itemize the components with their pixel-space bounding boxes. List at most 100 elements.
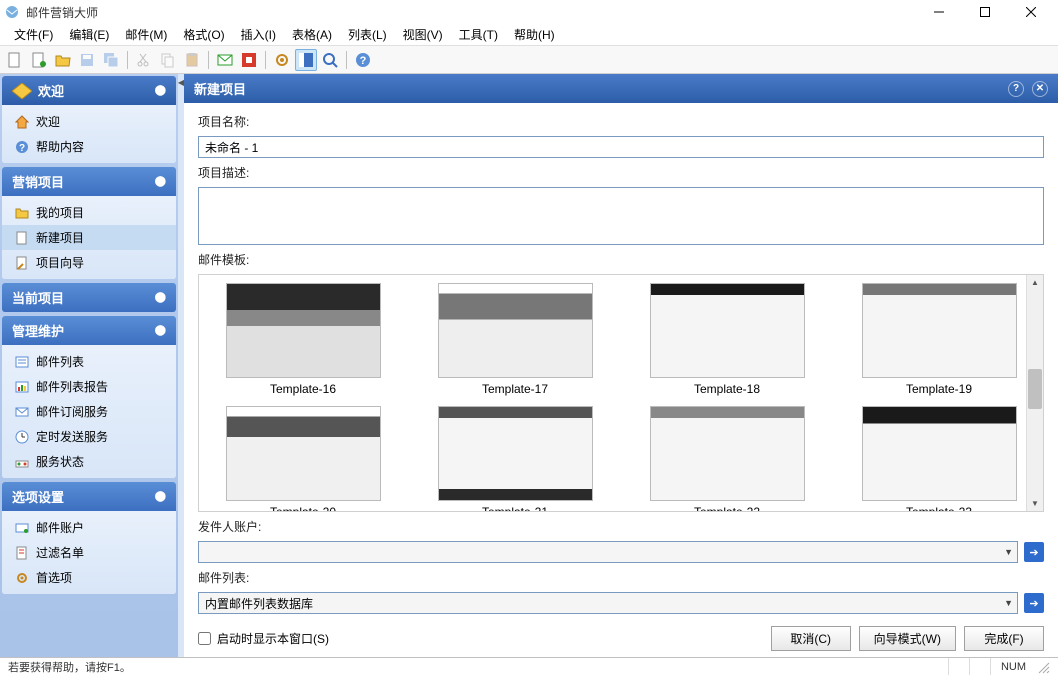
sidebar-item-label: 我的项目 bbox=[36, 204, 84, 221]
template-item[interactable]: Template-20 bbox=[207, 406, 399, 512]
template-item[interactable]: Template-17 bbox=[419, 283, 611, 396]
finish-button[interactable]: 完成(F) bbox=[964, 626, 1044, 651]
sidebar-item-help[interactable]: ? 帮助内容 bbox=[2, 134, 176, 159]
tb-paste[interactable] bbox=[181, 49, 203, 71]
status-icon bbox=[14, 454, 30, 470]
maillist-combo[interactable]: 内置邮件列表数据库 ▼ bbox=[198, 592, 1018, 614]
minimize-button[interactable] bbox=[916, 0, 962, 24]
resize-grip[interactable] bbox=[1036, 660, 1050, 674]
tb-saveall[interactable] bbox=[100, 49, 122, 71]
tb-stop[interactable] bbox=[238, 49, 260, 71]
sidebar-item-report[interactable]: 邮件列表报告 bbox=[2, 374, 176, 399]
sidebar-item-subscribe[interactable]: 邮件订阅服务 bbox=[2, 399, 176, 424]
tb-cut[interactable] bbox=[133, 49, 155, 71]
menu-format[interactable]: 格式(O) bbox=[175, 23, 232, 46]
svg-text:?: ? bbox=[360, 55, 367, 67]
template-item[interactable]: Template-23 bbox=[843, 406, 1035, 512]
sidebar-item-new-project[interactable]: 新建项目 bbox=[2, 225, 176, 250]
project-name-input[interactable] bbox=[198, 136, 1044, 158]
sidebar-item-label: 首选项 bbox=[36, 569, 72, 586]
sidebar-group-projects[interactable]: 营销项目 ⬤ bbox=[2, 167, 176, 196]
maillist-go-button[interactable]: ➔ bbox=[1024, 593, 1044, 613]
filter-icon bbox=[14, 545, 30, 561]
toolbar: ? bbox=[0, 46, 1058, 74]
content-header: 新建项目 ? ✕ bbox=[184, 74, 1058, 103]
maximize-button[interactable] bbox=[962, 0, 1008, 24]
menu-file[interactable]: 文件(F) bbox=[6, 23, 61, 46]
sender-go-button[interactable]: ➔ bbox=[1024, 542, 1044, 562]
menu-mail[interactable]: 邮件(M) bbox=[117, 23, 175, 46]
menu-tools[interactable]: 工具(T) bbox=[451, 23, 506, 46]
template-item[interactable]: Template-21 bbox=[419, 406, 611, 512]
sidebar-item-maillist[interactable]: 邮件列表 bbox=[2, 349, 176, 374]
template-item[interactable]: Template-19 bbox=[843, 283, 1035, 396]
menu-edit[interactable]: 编辑(E) bbox=[61, 23, 117, 46]
tb-new-mail[interactable] bbox=[28, 49, 50, 71]
sidebar-group-welcome[interactable]: 欢迎 ⬤ bbox=[2, 76, 176, 105]
sidebar-item-wizard[interactable]: 项目向导 bbox=[2, 250, 176, 275]
tb-open[interactable] bbox=[52, 49, 74, 71]
sidebar-item-status[interactable]: 服务状态 bbox=[2, 449, 176, 474]
sidebar-group-options[interactable]: 选项设置 ⬤ bbox=[2, 482, 176, 511]
sidebar-item-filter[interactable]: 过滤名单 bbox=[2, 540, 176, 565]
template-name: Template-22 bbox=[694, 505, 760, 512]
tb-copy[interactable] bbox=[157, 49, 179, 71]
tb-help[interactable]: ? bbox=[352, 49, 374, 71]
cancel-button[interactable]: 取消(C) bbox=[771, 626, 851, 651]
sidebar-item-preferences[interactable]: 首选项 bbox=[2, 565, 176, 590]
status-num: NUM bbox=[990, 658, 1036, 675]
sidebar-group-current[interactable]: 当前项目 ⬤ bbox=[2, 283, 176, 312]
wizard-button[interactable]: 向导模式(W) bbox=[859, 626, 956, 651]
chevron-down-icon: ▼ bbox=[1004, 598, 1013, 608]
scroll-thumb[interactable] bbox=[1028, 369, 1042, 409]
menu-view[interactable]: 视图(V) bbox=[395, 23, 451, 46]
schedule-icon bbox=[14, 429, 30, 445]
sender-combo[interactable]: ▼ bbox=[198, 541, 1018, 563]
tb-panel[interactable] bbox=[295, 49, 317, 71]
title-bar: 邮件营销大师 bbox=[0, 0, 1058, 24]
combo-value: 内置邮件列表数据库 bbox=[205, 595, 313, 612]
project-desc-input[interactable] bbox=[198, 187, 1044, 245]
sidebar-item-accounts[interactable]: 邮件账户 bbox=[2, 515, 176, 540]
chevron-icon: ⬤ bbox=[155, 176, 166, 187]
startup-checkbox-row[interactable]: 启动时显示本窗口(S) bbox=[198, 630, 329, 647]
sidebar-item-schedule[interactable]: 定时发送服务 bbox=[2, 424, 176, 449]
template-item[interactable]: Template-22 bbox=[631, 406, 823, 512]
sidebar-item-label: 帮助内容 bbox=[36, 138, 84, 155]
template-thumb bbox=[862, 283, 1017, 378]
scroll-down-icon[interactable]: ▼ bbox=[1027, 495, 1043, 511]
sidebar-group-manage[interactable]: 管理维护 ⬤ bbox=[2, 316, 176, 345]
chevron-down-icon: ▼ bbox=[1004, 547, 1013, 557]
menu-bar: 文件(F) 编辑(E) 邮件(M) 格式(O) 插入(I) 表格(A) 列表(L… bbox=[0, 24, 1058, 46]
report-icon bbox=[14, 379, 30, 395]
startup-checkbox[interactable] bbox=[198, 632, 211, 645]
sidebar-group-label: 选项设置 bbox=[12, 487, 64, 506]
menu-help[interactable]: 帮助(H) bbox=[506, 23, 563, 46]
tb-new[interactable] bbox=[4, 49, 26, 71]
tb-settings[interactable] bbox=[271, 49, 293, 71]
template-item[interactable]: Template-18 bbox=[631, 283, 823, 396]
template-item[interactable]: Template-16 bbox=[207, 283, 399, 396]
help-icon[interactable]: ? bbox=[1008, 81, 1024, 97]
menu-table[interactable]: 表格(A) bbox=[284, 23, 340, 46]
checkbox-label: 启动时显示本窗口(S) bbox=[217, 630, 329, 647]
content-panel: 新建项目 ? ✕ 项目名称: 项目描述: 邮件模板: Template-16 T… bbox=[184, 74, 1058, 657]
help-icon: ? bbox=[14, 139, 30, 155]
template-scrollbar[interactable]: ▲ ▼ bbox=[1026, 275, 1043, 511]
close-panel-icon[interactable]: ✕ bbox=[1032, 81, 1048, 97]
menu-insert[interactable]: 插入(I) bbox=[233, 23, 284, 46]
tb-save[interactable] bbox=[76, 49, 98, 71]
sidebar-item-my-projects[interactable]: 我的项目 bbox=[2, 200, 176, 225]
template-thumb bbox=[438, 406, 593, 501]
tb-preview[interactable] bbox=[319, 49, 341, 71]
close-button[interactable] bbox=[1008, 0, 1054, 24]
scroll-up-icon[interactable]: ▲ bbox=[1027, 275, 1043, 291]
menu-list[interactable]: 列表(L) bbox=[340, 23, 395, 46]
sidebar-item-label: 服务状态 bbox=[36, 453, 84, 470]
sidebar-item-label: 邮件列表 bbox=[36, 353, 84, 370]
status-cell bbox=[948, 658, 969, 675]
sidebar-item-welcome[interactable]: 欢迎 bbox=[2, 109, 176, 134]
tb-send[interactable] bbox=[214, 49, 236, 71]
status-cell bbox=[969, 658, 990, 675]
template-thumb bbox=[650, 406, 805, 501]
